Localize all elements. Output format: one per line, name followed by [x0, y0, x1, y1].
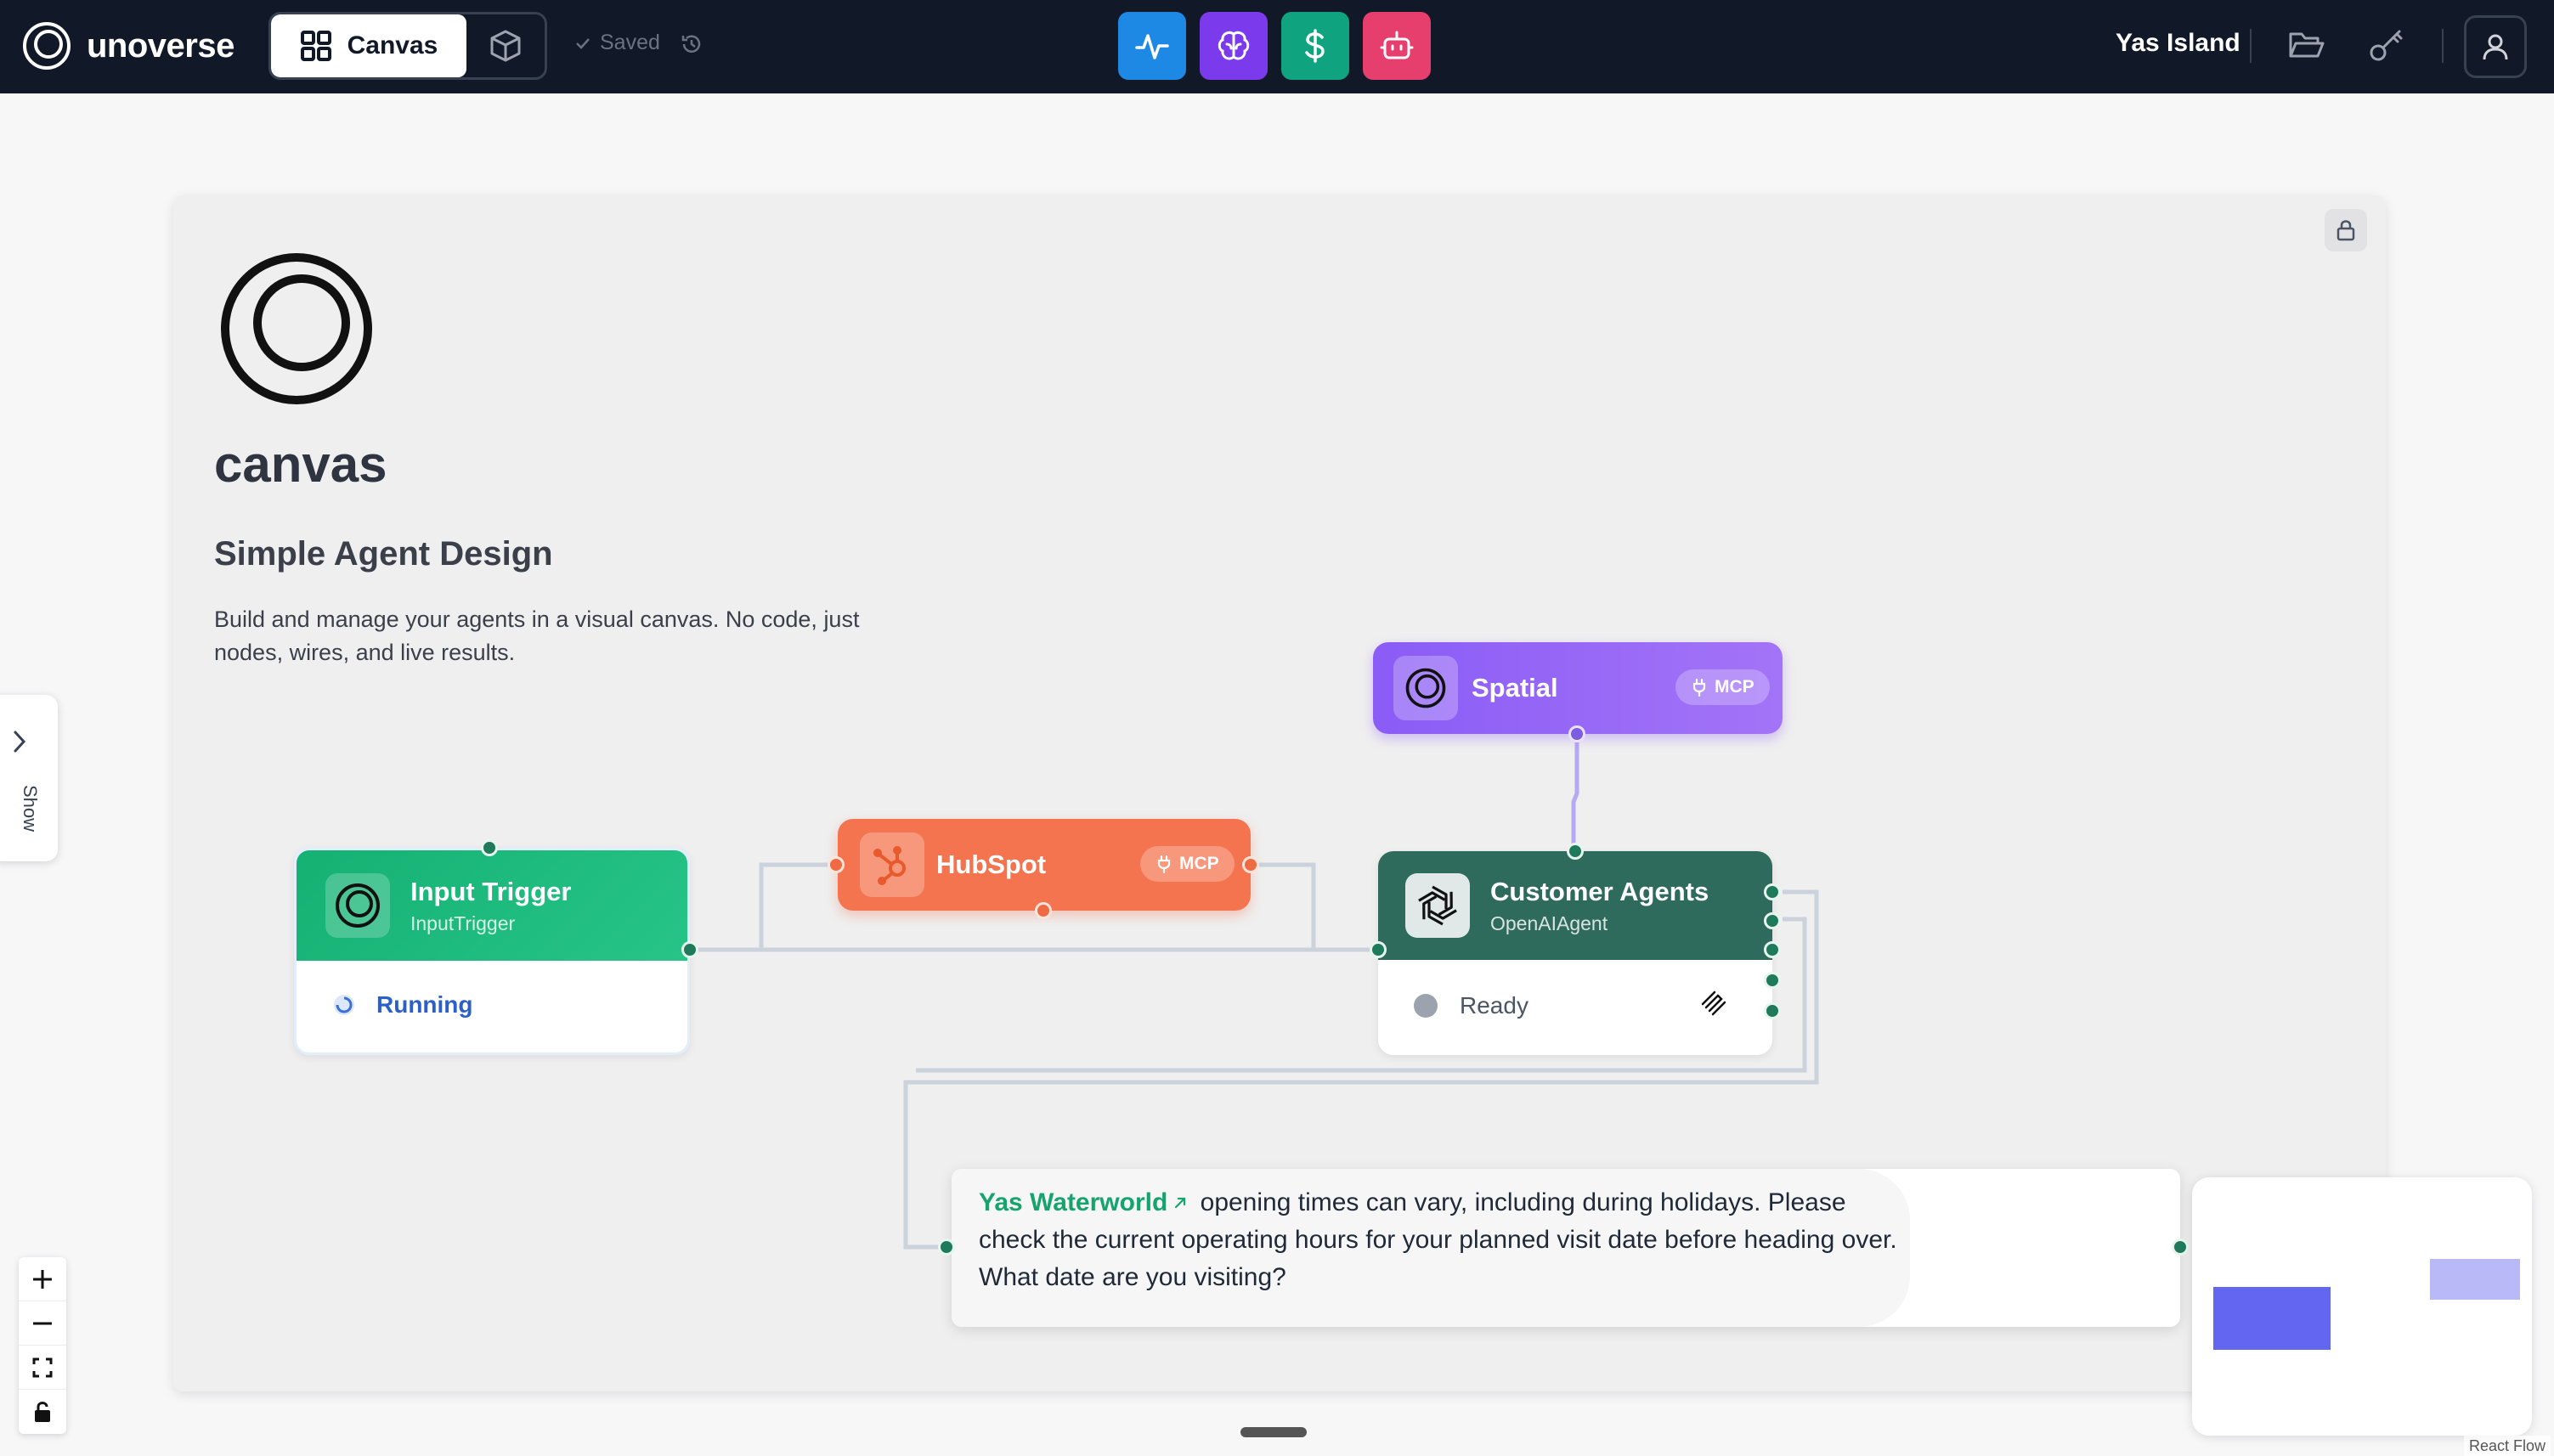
node-header: Customer Agents OpenAIAgent — [1378, 851, 1772, 960]
chat-output-node[interactable]: Yas Waterworld opening times can vary, i… — [952, 1169, 2180, 1327]
minimap-node — [2430, 1259, 2520, 1300]
hubspot-icon — [873, 846, 906, 885]
input-trigger-node[interactable]: Input Trigger InputTrigger Running — [294, 848, 690, 1055]
plug-icon — [1157, 855, 1171, 873]
port-right-2[interactable] — [1764, 912, 1781, 929]
node-type: OpenAIAgent — [1490, 911, 1608, 934]
zoom-out-button[interactable] — [19, 1301, 66, 1346]
lock-icon — [35, 1402, 50, 1422]
zoom-in-icon — [33, 1269, 52, 1289]
bottom-drawer-handle[interactable] — [1240, 1427, 1307, 1437]
fit-view-button[interactable] — [19, 1346, 66, 1390]
customer-agents-node[interactable]: Customer Agents OpenAIAgent Ready — [1378, 851, 1772, 1055]
mcp-badge: MCP — [1675, 669, 1770, 705]
node-status: Ready — [1414, 992, 1528, 1019]
port-right[interactable] — [681, 941, 698, 958]
port-right[interactable] — [2172, 1239, 2189, 1256]
node-icon-box — [325, 873, 390, 938]
minimap[interactable] — [2192, 1177, 2532, 1436]
mcp-label: MCP — [1179, 854, 1219, 873]
openai-small-icon — [1701, 990, 1726, 1016]
port-right-1[interactable] — [1764, 883, 1781, 900]
node-title: HubSpot — [936, 849, 1047, 879]
react-flow-attribution[interactable]: React Flow — [2464, 1436, 2551, 1456]
status-dot — [1414, 994, 1438, 1018]
port-bottom[interactable] — [1568, 725, 1585, 742]
node-title: Spatial — [1472, 673, 1558, 703]
openai-icon — [1418, 885, 1457, 926]
zoom-out-icon — [33, 1322, 52, 1324]
node-title: Input Trigger — [410, 876, 572, 906]
spatial-node[interactable]: Spatial MCP — [1373, 642, 1783, 734]
status-text: Ready — [1460, 992, 1528, 1019]
port-left[interactable] — [1370, 941, 1387, 958]
unoverse-icon — [1405, 668, 1446, 708]
chat-message: Yas Waterworld opening times can vary, i… — [979, 1184, 1913, 1296]
show-panel-toggle[interactable]: Show — [0, 695, 58, 861]
mcp-label: MCP — [1715, 677, 1754, 697]
node-header: Input Trigger InputTrigger — [297, 850, 687, 961]
port-right-3[interactable] — [1764, 941, 1781, 958]
port-left[interactable] — [938, 1239, 955, 1256]
node-type: InputTrigger — [410, 911, 516, 934]
edge-hubspot-agent — [1251, 862, 1316, 950]
fit-view-icon — [32, 1357, 53, 1377]
spinner-icon — [334, 995, 354, 1015]
plug-icon — [1692, 678, 1706, 697]
hubspot-node[interactable]: HubSpot MCP — [838, 819, 1251, 911]
port-right-5[interactable] — [1764, 1002, 1781, 1019]
port-left[interactable] — [828, 856, 845, 873]
node-icon-box — [1405, 873, 1470, 938]
show-label: Show — [20, 785, 41, 832]
status-text: Running — [376, 991, 473, 1018]
node-icon-box — [860, 832, 924, 897]
chat-link[interactable]: Yas Waterworld — [979, 1188, 1167, 1216]
node-title: Customer Agents — [1490, 876, 1709, 906]
zoom-in-button[interactable] — [19, 1257, 66, 1301]
chevron-right-icon — [14, 731, 26, 753]
edge-spatial-agent — [1571, 737, 1579, 848]
toggle-interactivity-button[interactable] — [19, 1390, 66, 1434]
agent-settings-button[interactable] — [1698, 987, 1730, 1024]
port-right[interactable] — [1242, 856, 1259, 873]
mcp-badge: MCP — [1140, 846, 1235, 882]
node-icon-box — [1393, 656, 1458, 720]
external-link-icon[interactable] — [1172, 1195, 1188, 1211]
node-status: Running — [332, 991, 473, 1019]
port-top[interactable] — [1567, 843, 1584, 860]
flow-controls — [19, 1257, 66, 1434]
edge-trigger-hubspot — [759, 862, 838, 950]
port-bottom[interactable] — [1035, 902, 1052, 919]
port-right-4[interactable] — [1764, 972, 1781, 989]
minimap-node — [2211, 1284, 2333, 1352]
port-top[interactable] — [481, 839, 498, 856]
unoverse-icon — [336, 883, 380, 928]
